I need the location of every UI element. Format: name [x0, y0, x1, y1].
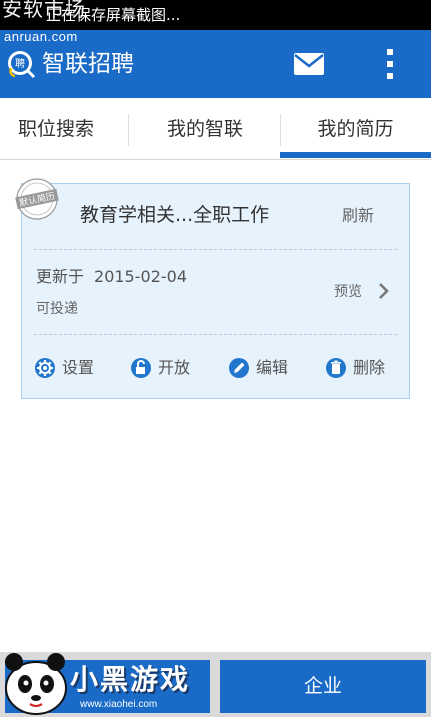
tab-my-zhilian[interactable]: 我的智联 [130, 98, 280, 160]
tab-job-search[interactable]: 职位搜索 [0, 98, 112, 160]
delete-label: 删除 [353, 358, 386, 377]
resume-title[interactable]: 教育学相关...全职工作 [80, 203, 330, 227]
open-button[interactable]: 开放 [130, 354, 210, 382]
panda-watermark-text: 小黑游戏 [70, 663, 191, 696]
divider [34, 334, 397, 335]
updated-info: 更新于 2015-02-04 [36, 266, 187, 288]
zhilian-logo-icon: 聘 [8, 51, 36, 79]
default-resume-stamp: 默认简历 [15, 178, 59, 220]
tab-bar: 职位搜索 我的智联 我的简历 [0, 98, 431, 160]
updated-date: 2015-02-04 [94, 267, 187, 286]
tab-my-resume[interactable]: 我的简历 [280, 98, 431, 160]
status-bar: 安软市场 正在保存屏幕截图... [0, 0, 431, 30]
trash-icon [326, 358, 346, 378]
watermark-anruan-url: anruan.com [4, 29, 78, 44]
divider [34, 249, 397, 250]
pencil-icon [229, 358, 249, 378]
gear-icon [35, 358, 55, 378]
delete-button[interactable]: 删除 [325, 354, 405, 382]
status-message: 正在保存屏幕截图... [46, 6, 181, 24]
tab-selected-indicator [280, 152, 431, 158]
refresh-button[interactable]: 刷新 [342, 205, 374, 227]
svg-text:聘: 聘 [15, 57, 25, 70]
unlock-icon [131, 358, 151, 378]
resume-status: 可投递 [36, 301, 78, 317]
settings-label: 设置 [62, 358, 95, 377]
mail-icon[interactable] [292, 50, 326, 78]
settings-button[interactable]: 设置 [34, 354, 114, 382]
enterprise-button[interactable]: 企业 [220, 660, 426, 713]
open-label: 开放 [158, 358, 191, 377]
edit-label: 编辑 [256, 358, 289, 377]
panda-watermark-url: www.xiaohei.com [80, 699, 158, 710]
updated-label: 更新于 [36, 267, 85, 286]
app-title: 智联招聘 [42, 51, 134, 77]
resume-card[interactable]: 教育学相关...全职工作 刷新 更新于 2015-02-04 可投递 预览 设置 [21, 183, 410, 399]
overflow-menu-icon[interactable] [378, 46, 402, 82]
edit-button[interactable]: 编辑 [228, 354, 308, 382]
chevron-right-icon[interactable] [378, 281, 390, 301]
preview-button[interactable]: 预览 [334, 282, 362, 302]
tab-divider [128, 114, 129, 146]
